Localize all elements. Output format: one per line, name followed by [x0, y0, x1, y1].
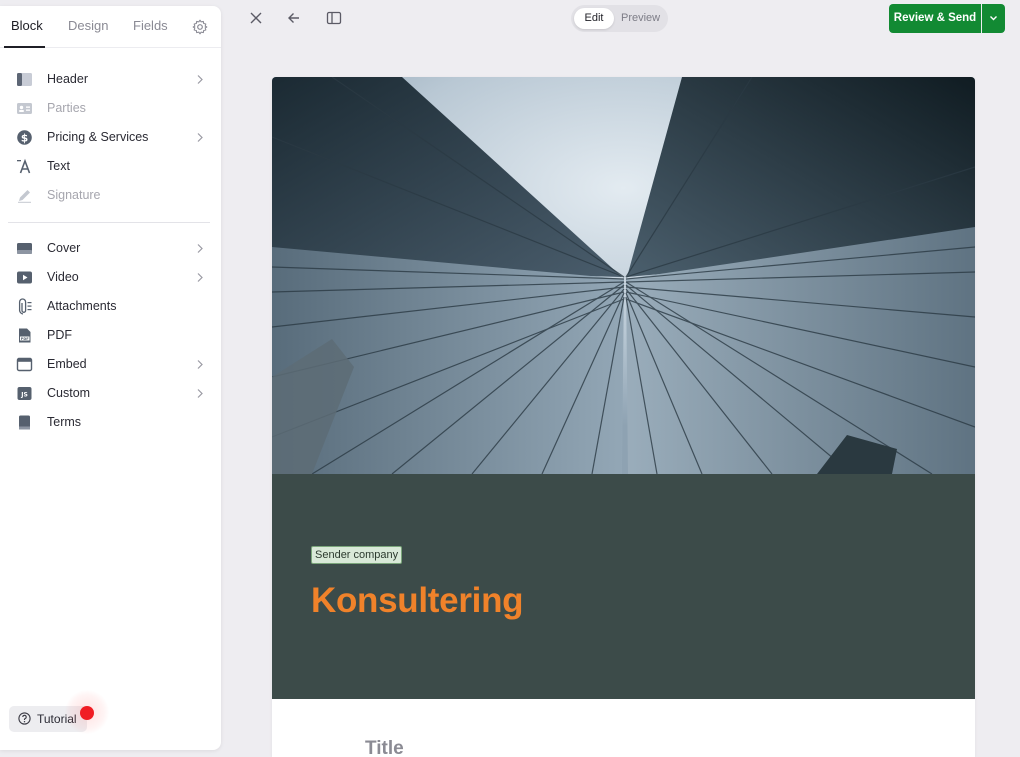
block-item-label: Text	[47, 159, 70, 173]
block-item-label: Terms	[47, 415, 82, 429]
chevron-down-icon	[990, 16, 997, 21]
tab-block[interactable]: Block	[11, 18, 43, 33]
back-arrow-icon[interactable]	[286, 10, 302, 26]
block-item-label: Attachments	[47, 299, 117, 313]
chevron-right-icon	[197, 360, 203, 369]
block-item-header[interactable]: Header	[0, 65, 221, 94]
text-icon	[17, 158, 31, 174]
gear-icon[interactable]	[192, 19, 208, 35]
chevron-right-icon	[197, 244, 203, 253]
block-item-pdf[interactable]: PDF PDF	[0, 321, 221, 350]
block-item-label: Parties	[47, 101, 86, 115]
block-item-label: Header	[47, 72, 88, 86]
block-item-label: Pricing & Services	[47, 130, 149, 144]
block-item-label: Video	[47, 270, 79, 284]
document-heading[interactable]: Konsultering	[311, 581, 524, 621]
block-item-label: Cover	[47, 241, 81, 255]
tab-fields[interactable]: Fields	[133, 18, 168, 33]
svg-text:$: $	[21, 132, 28, 144]
sender-company-tag[interactable]: Sender company	[311, 546, 403, 564]
block-panel: Block Design Fields Header Parties $ Pri…	[0, 6, 221, 750]
chevron-right-icon	[197, 389, 203, 398]
mode-preview-button[interactable]: Preview	[621, 8, 660, 29]
pdf-icon: PDF	[19, 328, 31, 343]
block-item-attachments[interactable]: Attachments	[0, 292, 221, 321]
js-icon: JS	[17, 387, 32, 400]
pen-icon	[18, 190, 31, 203]
cover-icon	[17, 243, 32, 254]
chevron-right-icon	[197, 75, 203, 84]
review-send-button[interactable]: Review & Send	[889, 4, 981, 33]
paperclip-icon	[18, 298, 32, 315]
block-item-label: Custom	[47, 386, 91, 400]
block-item-custom[interactable]: JS Custom	[0, 379, 221, 408]
active-tab-indicator	[4, 46, 45, 48]
panel-tabs: Block Design Fields	[0, 6, 221, 48]
block-item-parties[interactable]: Parties	[0, 94, 221, 123]
block-item-video[interactable]: Video	[0, 263, 221, 292]
cover-image[interactable]	[272, 77, 975, 474]
document-canvas: Sender company Konsultering Title	[272, 77, 975, 757]
block-item-label: Signature	[47, 188, 101, 202]
chevron-right-icon	[197, 273, 203, 282]
block-item-terms[interactable]: Terms	[0, 408, 221, 437]
edit-preview-toggle: Edit Preview	[571, 5, 668, 32]
dollar-icon: $	[17, 130, 32, 145]
document-title-placeholder[interactable]: Title	[365, 738, 404, 757]
block-item-cover[interactable]: Cover	[0, 234, 221, 263]
video-icon	[17, 271, 32, 284]
block-item-label: Embed	[47, 357, 87, 371]
send-options-dropdown[interactable]	[982, 4, 1005, 33]
embed-icon	[16, 357, 33, 372]
recording-indicator[interactable]	[80, 706, 94, 720]
close-icon[interactable]	[248, 10, 264, 26]
svg-text:PDF: PDF	[21, 337, 29, 341]
chevron-right-icon	[197, 133, 203, 142]
header-block-icon	[17, 73, 32, 86]
panel-divider	[8, 222, 210, 223]
block-item-text[interactable]: Text	[0, 152, 221, 181]
book-icon	[19, 415, 30, 430]
block-item-signature[interactable]: Signature	[0, 181, 221, 210]
parties-icon	[17, 103, 32, 114]
tab-design[interactable]: Design	[68, 18, 108, 33]
svg-text:JS: JS	[20, 392, 28, 399]
help-icon	[18, 712, 31, 725]
block-item-embed[interactable]: Embed	[0, 350, 221, 379]
mode-edit-button[interactable]: Edit	[574, 8, 614, 29]
block-item-pricing-services[interactable]: $ Pricing & Services	[0, 123, 221, 152]
sidebar-toggle-icon[interactable]	[326, 10, 342, 26]
block-item-label: PDF	[47, 328, 72, 342]
